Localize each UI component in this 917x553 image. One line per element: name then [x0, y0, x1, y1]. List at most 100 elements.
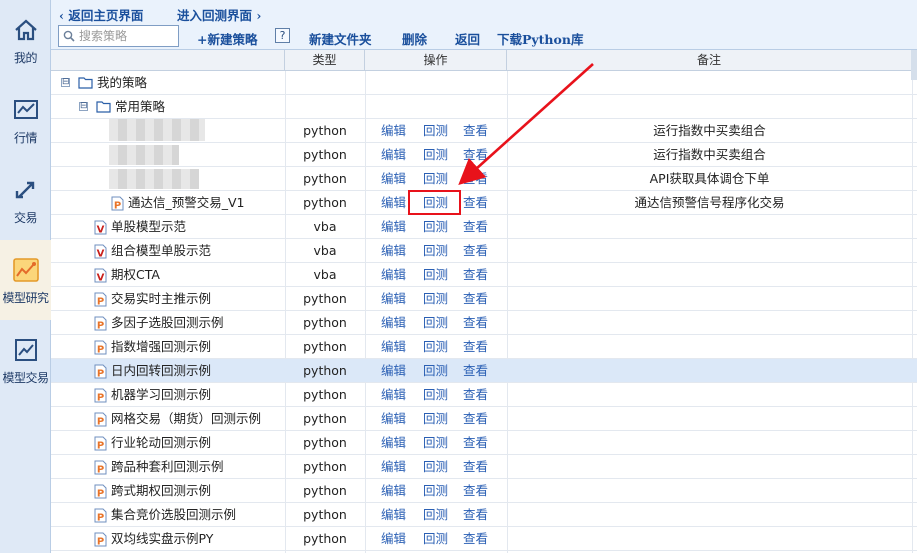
view-link[interactable]: 查看 [463, 239, 488, 263]
view-link[interactable]: 查看 [463, 503, 488, 527]
edit-link[interactable]: 编辑 [381, 143, 406, 167]
strategy-type: python [303, 531, 347, 546]
view-link[interactable]: 查看 [463, 215, 488, 239]
edit-link[interactable]: 编辑 [381, 335, 406, 359]
strategy-note: API获取具体调仓下单 [649, 171, 770, 186]
backtest-link[interactable]: 回测 [423, 407, 448, 431]
view-link[interactable]: 查看 [463, 191, 488, 215]
table-row[interactable]: P 集合竞价选股回测示例 python 编辑 回测 查看 [51, 503, 917, 527]
view-link[interactable]: 查看 [463, 263, 488, 287]
view-link[interactable]: 查看 [463, 311, 488, 335]
backtest-link[interactable]: 回测 [423, 287, 448, 311]
backtest-link[interactable]: 回测 [423, 167, 448, 191]
strategy-type: python [303, 483, 347, 498]
view-link[interactable]: 查看 [463, 119, 488, 143]
search-box[interactable] [58, 25, 179, 47]
edit-link[interactable]: 编辑 [381, 383, 406, 407]
table-row[interactable]: Ppython编辑回测查看运行指数中买卖组合 [51, 119, 917, 143]
view-link[interactable]: 查看 [463, 455, 488, 479]
edit-link[interactable]: 编辑 [381, 359, 406, 383]
table-row[interactable]: P 日内回转回测示例 python 编辑 回测 查看 [51, 359, 917, 383]
table-row[interactable]: P 跨式期权回测示例 python 编辑 回测 查看 [51, 479, 917, 503]
view-link[interactable]: 查看 [463, 527, 488, 551]
backtest-link[interactable]: 回测 [423, 431, 448, 455]
table-row[interactable]: P 多因子选股回测示例 python 编辑 回测 查看 [51, 311, 917, 335]
backtest-link[interactable]: 回测 [423, 503, 448, 527]
redacted-block [109, 119, 205, 141]
sidebar-item-market[interactable]: 行情 [0, 80, 51, 160]
backtest-link[interactable]: 回测 [423, 311, 448, 335]
view-link[interactable]: 查看 [463, 335, 488, 359]
table-row[interactable]: P 通达信_预警交易_V1 python 编辑 回测 查看 通达信预警信号程序化交易 [51, 191, 917, 215]
edit-link[interactable]: 编辑 [381, 479, 406, 503]
view-link[interactable]: 查看 [463, 143, 488, 167]
tree-node-root[interactable]: ⊟ 我的策略 [51, 71, 917, 95]
sidebar-item-mine[interactable]: 我的 [0, 0, 51, 80]
table-row[interactable]: P 机器学习回测示例 python 编辑 回测 查看 [51, 383, 917, 407]
sidebar-item-model-research[interactable]: 模型研究 [0, 240, 51, 320]
python-file-icon: P [94, 340, 107, 356]
backtest-link[interactable]: 回测 [423, 527, 448, 551]
table-row[interactable]: P 网格交易（期货）回测示例 python 编辑 回测 查看 [51, 407, 917, 431]
table-row[interactable]: P 交易实时主推示例 python 编辑 回测 查看 [51, 287, 917, 311]
edit-link[interactable]: 编辑 [381, 455, 406, 479]
delete-button[interactable]: 删除 [402, 29, 427, 48]
scrollbar[interactable] [911, 50, 917, 80]
backtest-link[interactable]: 回测 [423, 119, 448, 143]
table-row[interactable]: PV3python编辑回测查看API获取具体调仓下单 [51, 167, 917, 191]
backtest-link[interactable]: 回测 [423, 479, 448, 503]
backtest-link[interactable]: 回测 [423, 143, 448, 167]
edit-link[interactable]: 编辑 [381, 215, 406, 239]
svg-text:P: P [114, 201, 121, 212]
edit-link[interactable]: 编辑 [381, 263, 406, 287]
backtest-link[interactable]: 回测 [423, 335, 448, 359]
search-icon [59, 30, 79, 42]
collapse-toggle[interactable]: ⊟ [79, 102, 88, 111]
table-row[interactable]: P 行业轮动回测示例 python 编辑 回测 查看 [51, 431, 917, 455]
back-button[interactable]: 返回 [455, 29, 480, 48]
new-folder-button[interactable]: 新建文件夹 [309, 29, 372, 48]
edit-link[interactable]: 编辑 [381, 503, 406, 527]
edit-link[interactable]: 编辑 [381, 407, 406, 431]
tree-node-sub[interactable]: ⊟ 常用策略 [51, 95, 917, 119]
view-link[interactable]: 查看 [463, 167, 488, 191]
backtest-link[interactable]: 回测 [423, 455, 448, 479]
backtest-link[interactable]: 回测 [423, 359, 448, 383]
table-row[interactable]: V 期权CTA vba 编辑 回测 查看 [51, 263, 917, 287]
view-link[interactable]: 查看 [463, 407, 488, 431]
edit-link[interactable]: 编辑 [381, 527, 406, 551]
edit-link[interactable]: 编辑 [381, 119, 406, 143]
collapse-toggle[interactable]: ⊟ [61, 78, 70, 87]
table-row[interactable]: P 双均线实盘示例PY python 编辑 回测 查看 [51, 527, 917, 551]
edit-link[interactable]: 编辑 [381, 287, 406, 311]
sidebar-item-trade[interactable]: 交易 [0, 160, 51, 240]
sidebar-item-model-trade[interactable]: 模型交易 [0, 320, 51, 400]
help-button[interactable]: ? [275, 28, 290, 43]
header-name [51, 50, 285, 71]
backtest-link[interactable]: 回测 [423, 263, 448, 287]
backtest-link[interactable]: 回测 [423, 215, 448, 239]
new-strategy-button[interactable]: +新建策略 [197, 29, 257, 48]
table-row[interactable]: P 指数增强回测示例 python 编辑 回测 查看 [51, 335, 917, 359]
table-row[interactable]: PV1python编辑回测查看运行指数中买卖组合 [51, 143, 917, 167]
back-home-link[interactable]: ‹ 返回主页界面 [59, 5, 143, 24]
view-link[interactable]: 查看 [463, 287, 488, 311]
backtest-link[interactable]: 回测 [423, 239, 448, 263]
view-link[interactable]: 查看 [463, 383, 488, 407]
view-link[interactable]: 查看 [463, 359, 488, 383]
edit-link[interactable]: 编辑 [381, 167, 406, 191]
enter-backtest-link[interactable]: 进入回测界面 › [177, 5, 261, 24]
edit-link[interactable]: 编辑 [381, 191, 406, 215]
folder-icon [78, 76, 93, 92]
edit-link[interactable]: 编辑 [381, 431, 406, 455]
view-link[interactable]: 查看 [463, 431, 488, 455]
edit-link[interactable]: 编辑 [381, 239, 406, 263]
edit-link[interactable]: 编辑 [381, 311, 406, 335]
table-row[interactable]: P 跨品种套利回测示例 python 编辑 回测 查看 [51, 455, 917, 479]
table-row[interactable]: V 单股模型示范 vba 编辑 回测 查看 [51, 215, 917, 239]
backtest-link[interactable]: 回测 [423, 383, 448, 407]
download-python-button[interactable]: 下载Python库 [497, 29, 583, 48]
table-row[interactable]: V 组合模型单股示范 vba 编辑 回测 查看 [51, 239, 917, 263]
view-link[interactable]: 查看 [463, 479, 488, 503]
search-input[interactable] [79, 27, 177, 45]
